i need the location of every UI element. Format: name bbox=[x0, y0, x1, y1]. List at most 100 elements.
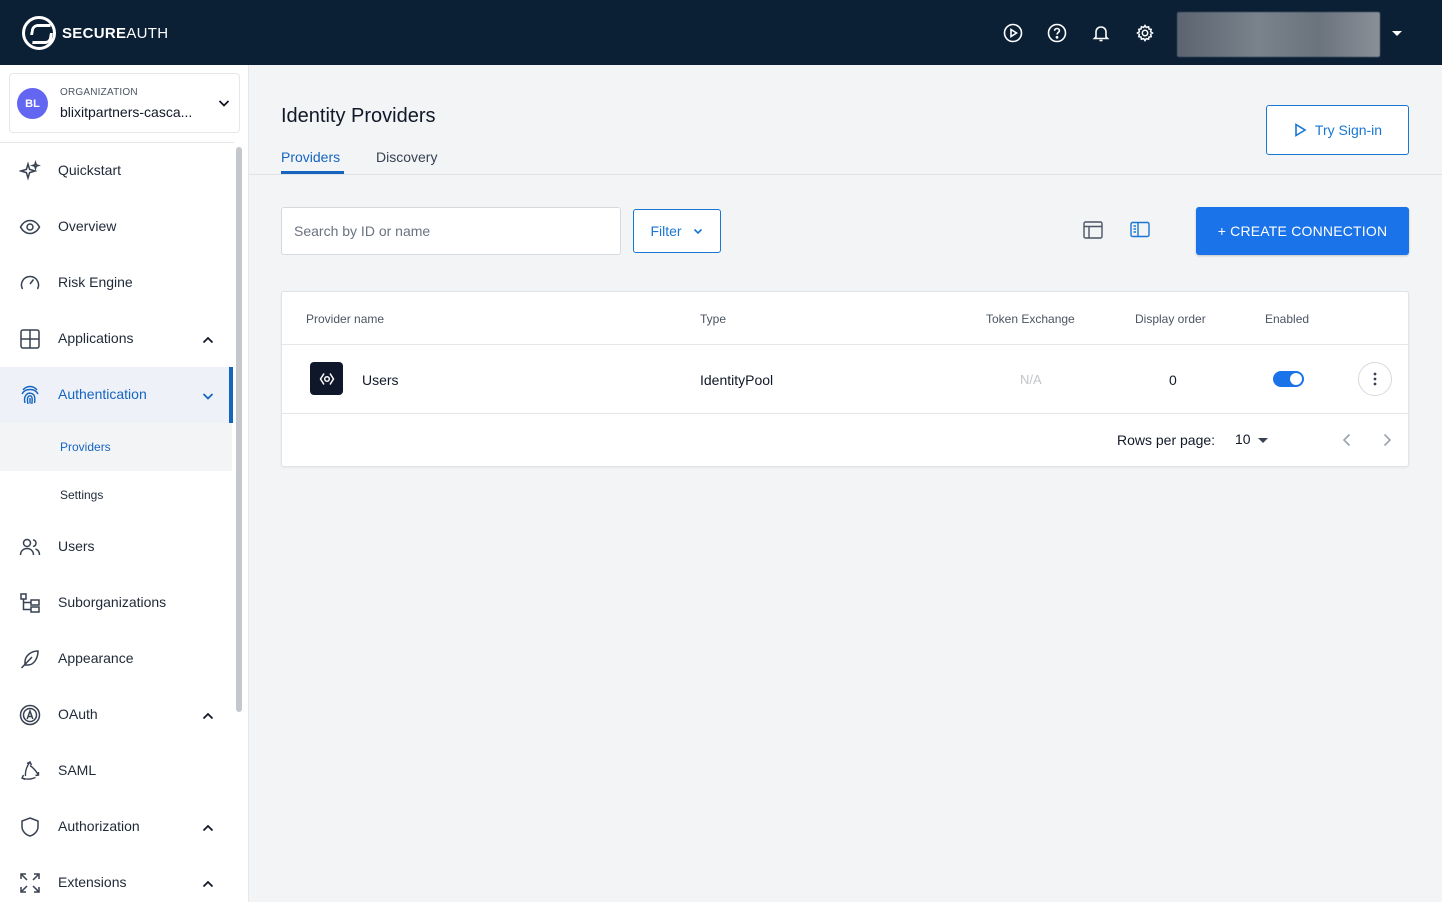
rows-per-page-select[interactable]: 10 bbox=[1235, 431, 1251, 447]
shield-icon bbox=[19, 816, 41, 838]
column-header-type[interactable]: Type bbox=[700, 312, 726, 326]
search-input[interactable] bbox=[281, 207, 621, 255]
tab-providers[interactable]: Providers bbox=[281, 149, 340, 165]
sidebar-subitem-settings[interactable]: Settings bbox=[0, 471, 232, 519]
identity-pool-icon bbox=[310, 362, 343, 395]
chevron-down-icon bbox=[693, 228, 702, 235]
sidebar-item-label: Risk Engine bbox=[58, 274, 133, 290]
sidebar-item-label: Overview bbox=[58, 218, 117, 234]
row-actions-button[interactable] bbox=[1358, 362, 1392, 396]
sparkles-icon bbox=[19, 160, 41, 182]
sidebar-item-applications[interactable]: Applications bbox=[0, 311, 232, 367]
prev-page-button[interactable] bbox=[1340, 431, 1354, 449]
logo-mark-icon bbox=[22, 16, 56, 50]
sidebar-item-label: Applications bbox=[58, 330, 134, 346]
active-indicator bbox=[229, 367, 233, 423]
play-icon bbox=[1295, 123, 1307, 137]
column-header-enabled: Enabled bbox=[1265, 312, 1310, 326]
user-profile[interactable] bbox=[1177, 12, 1380, 57]
caret-down-icon[interactable] bbox=[1258, 438, 1268, 443]
chevron-left-icon bbox=[1342, 433, 1351, 447]
try-signin-label: Try Sign-in bbox=[1314, 122, 1383, 138]
sidebar-item-label: Authorization bbox=[58, 818, 140, 834]
oauth-icon bbox=[19, 704, 41, 726]
sidebar-item-extensions[interactable]: Extensions bbox=[0, 855, 232, 902]
chevron-up-icon bbox=[202, 824, 214, 832]
sidebar-item-quickstart[interactable]: Quickstart bbox=[0, 143, 232, 199]
grid-icon bbox=[19, 328, 41, 350]
feather-icon bbox=[19, 648, 41, 670]
sidebar-item-appearance[interactable]: Appearance bbox=[0, 631, 232, 687]
next-page-button[interactable] bbox=[1380, 431, 1394, 449]
chevron-up-icon bbox=[202, 336, 214, 344]
sidebar-item-users[interactable]: Users bbox=[0, 519, 232, 575]
providers-table: Provider name Type Token Exchange Displa… bbox=[281, 291, 1409, 467]
sidebar-item-label: Extensions bbox=[58, 874, 127, 890]
provider-name-link[interactable]: Users bbox=[362, 372, 399, 388]
gear-icon[interactable] bbox=[1135, 23, 1155, 43]
sidebar-item-label: Users bbox=[58, 538, 95, 554]
sidebar-item-saml[interactable]: SAML bbox=[0, 743, 232, 799]
sidebar-subitem-label: Providers bbox=[60, 440, 111, 454]
column-header-token-exchange: Token Exchange bbox=[986, 312, 1075, 326]
try-signin-button[interactable]: Try Sign-in bbox=[1266, 105, 1409, 155]
sidebar-item-label: Suborganizations bbox=[58, 594, 167, 610]
org-label: ORGANIZATION bbox=[60, 87, 138, 98]
column-header-provider-name[interactable]: Provider name bbox=[306, 312, 384, 326]
bell-icon[interactable] bbox=[1091, 23, 1111, 43]
logo-text: SECUREAUTH bbox=[62, 24, 169, 42]
display-order-value: 0 bbox=[1169, 372, 1177, 388]
sidebar-item-overview[interactable]: Overview bbox=[0, 199, 232, 255]
users-icon bbox=[19, 536, 41, 558]
chevron-up-icon bbox=[202, 712, 214, 720]
fingerprint-icon bbox=[19, 384, 41, 406]
play-circle-icon[interactable] bbox=[1003, 23, 1023, 43]
org-name: blixitpartners-casca... bbox=[60, 104, 193, 120]
sidebar-item-label: SAML bbox=[58, 762, 97, 778]
sidebar-scrollbar[interactable] bbox=[236, 147, 242, 712]
hierarchy-icon bbox=[19, 592, 41, 614]
sidebar-subitem-label: Settings bbox=[60, 488, 104, 502]
help-icon[interactable] bbox=[1047, 23, 1067, 43]
sidebar-item-suborganizations[interactable]: Suborganizations bbox=[0, 575, 232, 631]
sidebar-item-label: Authentication bbox=[58, 386, 147, 402]
sidebar-item-authentication[interactable]: Authentication bbox=[0, 367, 232, 423]
sidebar-item-risk-engine[interactable]: Risk Engine bbox=[0, 255, 232, 311]
saml-icon bbox=[19, 760, 41, 782]
sidebar-item-label: Appearance bbox=[58, 650, 134, 666]
more-vertical-icon bbox=[1373, 372, 1377, 386]
sidebar-item-label: Quickstart bbox=[58, 162, 122, 178]
tab-discovery[interactable]: Discovery bbox=[376, 149, 437, 165]
card-view-icon[interactable] bbox=[1129, 219, 1151, 241]
sidebar-subitem-providers[interactable]: Providers bbox=[0, 423, 232, 471]
chevron-up-icon bbox=[202, 880, 214, 888]
org-avatar: BL bbox=[17, 88, 48, 119]
divider bbox=[282, 413, 1408, 414]
expand-icon bbox=[19, 872, 41, 894]
sidebar-item-authorization[interactable]: Authorization bbox=[0, 799, 232, 855]
org-selector[interactable]: BL ORGANIZATION blixitpartners-casca... bbox=[9, 73, 240, 133]
secureauth-logo[interactable]: SECUREAUTH bbox=[22, 16, 168, 50]
sidebar-item-label: OAuth bbox=[58, 706, 98, 722]
gauge-icon bbox=[19, 272, 41, 294]
page-title: Identity Providers bbox=[281, 105, 436, 127]
user-menu-caret-icon[interactable] bbox=[1392, 31, 1402, 36]
sidebar-item-oauth[interactable]: OAuth bbox=[0, 687, 232, 743]
rows-per-page-label: Rows per page: bbox=[1117, 432, 1216, 448]
column-header-display-order[interactable]: Display order bbox=[1135, 312, 1206, 326]
enabled-toggle[interactable] bbox=[1273, 371, 1304, 387]
provider-type: IdentityPool bbox=[700, 372, 774, 388]
filter-button[interactable]: Filter bbox=[633, 209, 721, 253]
token-exchange-value: N/A bbox=[1020, 372, 1042, 387]
create-connection-button[interactable]: + CREATE CONNECTION bbox=[1196, 207, 1409, 255]
chevron-down-icon bbox=[218, 100, 230, 107]
sidebar: BL ORGANIZATION blixitpartners-casca... … bbox=[0, 65, 249, 902]
table-view-icon[interactable] bbox=[1082, 219, 1104, 241]
filter-label: Filter bbox=[650, 223, 682, 239]
divider bbox=[249, 174, 1442, 175]
top-bar: SECUREAUTH bbox=[0, 0, 1442, 65]
eye-icon bbox=[19, 216, 41, 238]
chevron-right-icon bbox=[1383, 433, 1392, 447]
chevron-down-icon bbox=[202, 393, 214, 400]
divider bbox=[282, 344, 1408, 345]
